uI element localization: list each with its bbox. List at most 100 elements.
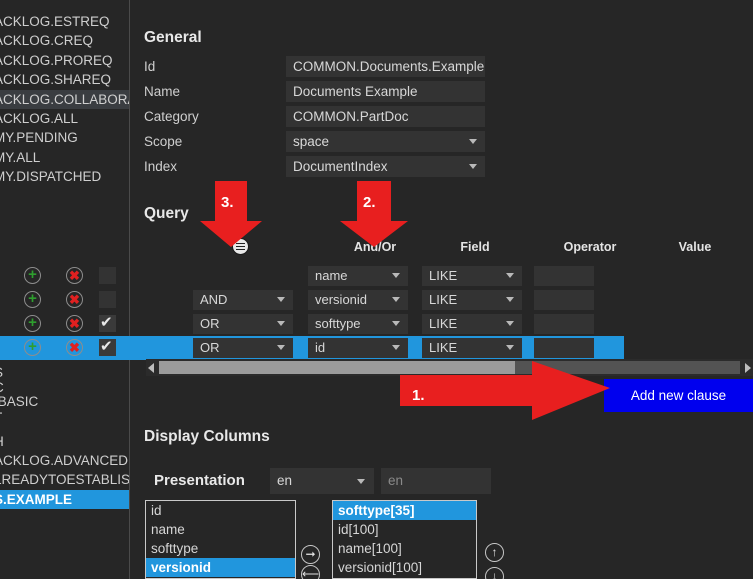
delete-x-icon[interactable]: ✖ bbox=[66, 315, 83, 332]
sidebar-item-label: MY.DISPATCHED bbox=[0, 169, 102, 184]
chevron-down-icon bbox=[392, 345, 400, 350]
list-item[interactable]: id bbox=[146, 501, 295, 520]
sidebar-item-label: T bbox=[0, 410, 2, 425]
row-checkbox[interactable] bbox=[99, 337, 116, 356]
sidebar-item-label: ACKLOG.COLLABORATI bbox=[0, 92, 129, 107]
delete-x-icon[interactable]: ✖ bbox=[66, 291, 83, 308]
sidebar-item[interactable]: MY.ALL bbox=[0, 148, 129, 167]
sidebar-item[interactable]: ACKLOG.COLLABORATI bbox=[0, 90, 129, 109]
annotation-arrow-1 bbox=[400, 361, 610, 420]
chevron-down-icon bbox=[392, 297, 400, 302]
general-section-title: General bbox=[144, 29, 202, 46]
display-columns-title: Display Columns bbox=[144, 428, 270, 445]
sidebar-item[interactable]: T bbox=[0, 408, 129, 427]
sidebar-item-label: .BASIC bbox=[0, 394, 39, 409]
annotation-label-1: 1. bbox=[412, 387, 425, 404]
general-field-label: Category bbox=[144, 109, 199, 124]
sidebar-item-label: ACKLOG.ESTREQ bbox=[0, 14, 110, 29]
arrow-right-circle-icon[interactable]: ➞ bbox=[301, 545, 320, 564]
plus-glyph: + bbox=[28, 314, 37, 331]
chevron-down-icon bbox=[392, 321, 400, 326]
general-field-label: Index bbox=[144, 159, 178, 174]
presentation-name-input[interactable]: en bbox=[381, 468, 491, 494]
sidebar-item[interactable]: MY.PENDING bbox=[0, 128, 129, 147]
value-input[interactable] bbox=[534, 314, 594, 334]
query-section-title: Query bbox=[144, 205, 189, 222]
sidebar-item[interactable]: MY.DISPATCHED bbox=[0, 167, 129, 186]
sidebar-item[interactable]: ACKLOG.ADVANCED bbox=[0, 451, 129, 470]
annotation-arrow-2 bbox=[340, 181, 408, 247]
delete-x-glyph: ✖ bbox=[69, 316, 80, 331]
scroll-left-icon[interactable] bbox=[148, 363, 154, 373]
list-item[interactable]: softtype bbox=[146, 539, 295, 558]
chevron-down-icon bbox=[277, 345, 285, 350]
delete-x-glyph: ✖ bbox=[69, 340, 80, 355]
sidebar-item[interactable]: ACKLOG.PROREQ bbox=[0, 51, 129, 70]
value-input[interactable] bbox=[534, 266, 594, 286]
sidebar-item[interactable]: ACKLOG.ESTREQ bbox=[0, 12, 129, 31]
sidebar-item-label: ACKLOG.ALL bbox=[0, 111, 79, 126]
presentation-label: Presentation bbox=[154, 472, 245, 489]
sidebar-item-label: ACKLOG.CREQ bbox=[0, 33, 94, 48]
sidebar-item[interactable]: ACKLOG.ALL bbox=[0, 109, 129, 128]
general-field-label: Id bbox=[144, 59, 156, 74]
annotation-arrow-3 bbox=[200, 181, 262, 247]
list-item[interactable]: softtype[35] bbox=[333, 501, 476, 520]
query-column-header: Field bbox=[460, 240, 490, 254]
annotation-label-2: 2. bbox=[363, 194, 376, 211]
selected-columns-listbox[interactable]: softtype[35] id[100] name[100] versionid[10… bbox=[332, 500, 477, 579]
query-clause-row[interactable]: +✖ORidLIKE bbox=[0, 336, 624, 360]
annotation-label-3: 3. bbox=[221, 194, 234, 211]
arrow-left-circle-icon[interactable]: ⟵ bbox=[301, 565, 320, 579]
arrow-up-circle-icon[interactable]: ↑ bbox=[485, 543, 504, 562]
available-columns-listbox[interactable]: id name softtype versionid bbox=[145, 500, 296, 579]
sidebar-item[interactable]: LREADYTOESTABLISH bbox=[0, 470, 129, 489]
query-column-header: Value bbox=[678, 240, 712, 254]
sidebar-item[interactable]: ACKLOG.SHAREQ bbox=[0, 70, 129, 89]
general-field-input[interactable]: COMMON.PartDoc bbox=[286, 106, 485, 127]
list-item[interactable]: name bbox=[146, 520, 295, 539]
plus-glyph: + bbox=[28, 290, 37, 307]
sidebar-item-label: ACKLOG.PROREQ bbox=[0, 53, 113, 68]
sidebar-item-label: ACKLOG.SHAREQ bbox=[0, 72, 112, 87]
list-item[interactable]: versionid[100] bbox=[333, 558, 476, 577]
scroll-right-icon[interactable] bbox=[745, 363, 751, 373]
row-checkbox[interactable] bbox=[99, 313, 116, 332]
general-field-input[interactable]: Documents Example bbox=[286, 81, 485, 102]
plus-icon[interactable]: + bbox=[24, 291, 41, 308]
plus-icon[interactable]: + bbox=[24, 339, 41, 356]
delete-x-glyph: ✖ bbox=[69, 268, 80, 283]
delete-x-glyph: ✖ bbox=[69, 292, 80, 307]
sidebar-item-label: H bbox=[0, 434, 4, 449]
arrow-down-circle-icon[interactable]: ↓ bbox=[485, 567, 504, 579]
list-item[interactable]: versionid bbox=[146, 558, 295, 577]
value-input[interactable] bbox=[534, 338, 594, 358]
sidebar-item[interactable]: H bbox=[0, 432, 129, 451]
plus-icon[interactable]: + bbox=[24, 267, 41, 284]
sidebar-item[interactable]: ACKLOG.CREQ bbox=[0, 31, 129, 50]
query-clause-row[interactable]: + ✖ AND versionid LIKE bbox=[0, 288, 624, 312]
list-item[interactable]: id[100] bbox=[333, 520, 476, 539]
row-checkbox[interactable] bbox=[99, 267, 116, 284]
query-clause-row[interactable]: + ✖ name LIKE bbox=[0, 264, 624, 288]
general-field-input[interactable]: COMMON.Documents.Example bbox=[286, 56, 485, 77]
plus-icon[interactable]: + bbox=[24, 315, 41, 332]
sidebar-item-label: MY.ALL bbox=[0, 150, 41, 165]
chevron-down-icon bbox=[392, 273, 400, 278]
chevron-down-icon bbox=[506, 297, 514, 302]
sidebar-item-label: MY.PENDING bbox=[0, 130, 78, 145]
list-item[interactable]: name[100] bbox=[333, 539, 476, 558]
delete-x-icon[interactable]: ✖ bbox=[66, 267, 83, 284]
general-field-select[interactable]: space bbox=[286, 131, 485, 152]
sidebar-item-label: S.EXAMPLE bbox=[0, 492, 73, 507]
sidebar-item-label: ACKLOG.ADVANCED bbox=[0, 453, 129, 468]
sidebar-item[interactable]: S.EXAMPLE bbox=[0, 490, 129, 509]
row-checkbox[interactable] bbox=[99, 291, 116, 308]
chevron-down-icon bbox=[277, 321, 285, 326]
add-new-clause-button[interactable]: Add new clause bbox=[604, 379, 753, 412]
general-field-label: Name bbox=[144, 84, 181, 99]
query-clause-row[interactable]: +✖ORsofttypeLIKE bbox=[0, 312, 624, 336]
value-input[interactable] bbox=[534, 290, 594, 310]
delete-x-icon[interactable]: ✖ bbox=[66, 339, 83, 356]
general-field-select[interactable]: DocumentIndex bbox=[286, 156, 485, 177]
